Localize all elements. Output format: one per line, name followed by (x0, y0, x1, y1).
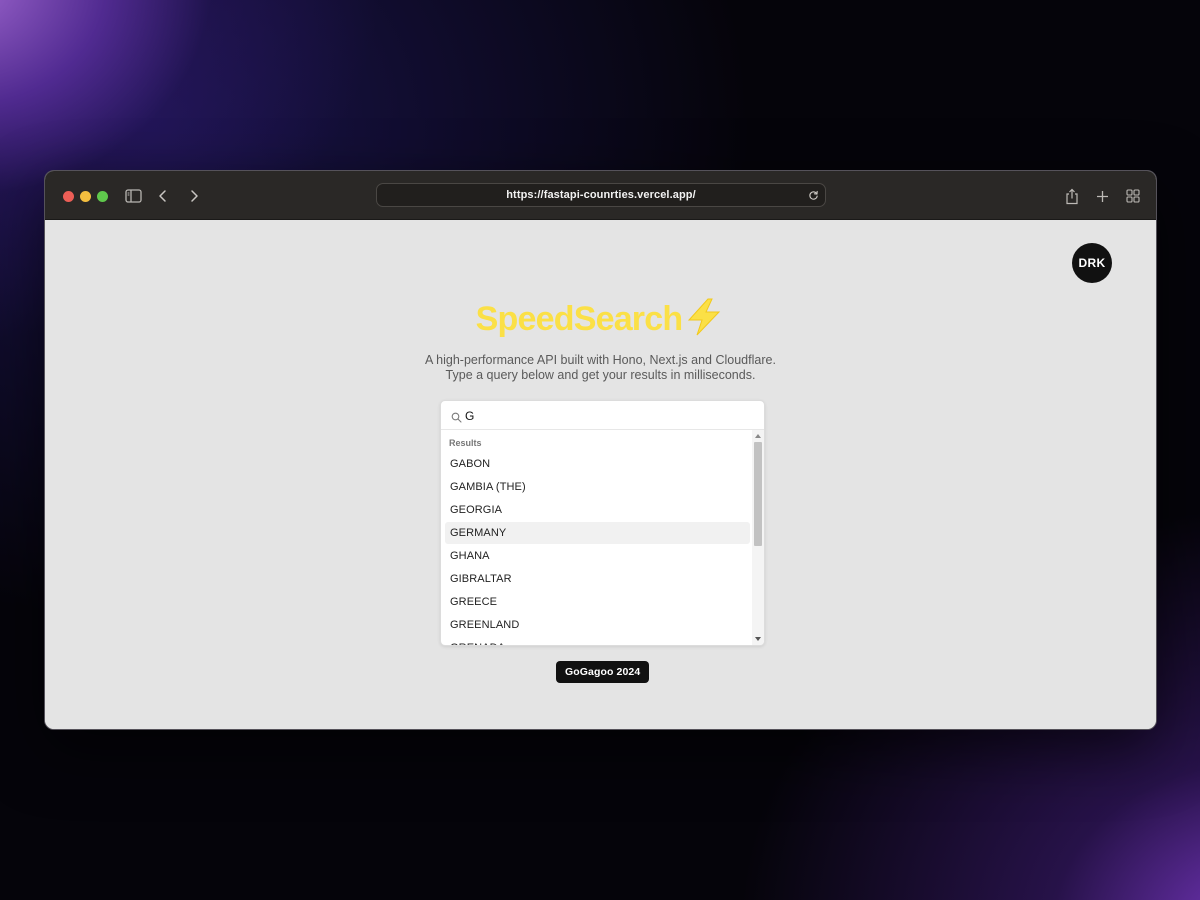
subtitle-line-1: A high-performance API built with Hono, … (425, 353, 776, 367)
result-item[interactable]: GABON (445, 453, 750, 475)
result-item[interactable]: GEORGIA (445, 499, 750, 521)
results-list: Results GABON GAMBIA (THE) GEORGIA GERMA… (441, 430, 752, 645)
close-window-button[interactable] (63, 191, 74, 202)
minimize-window-button[interactable] (80, 191, 91, 202)
results-heading: Results (449, 438, 482, 448)
scrollbar-thumb[interactable] (754, 442, 762, 546)
reload-icon[interactable] (805, 187, 821, 203)
url-text[interactable]: https://fastapi-counrties.vercel.app/ (377, 189, 825, 201)
page-content: DRK SpeedSearch A high-performance API b… (45, 220, 1156, 729)
tabs-grid-icon[interactable] (1122, 185, 1144, 207)
back-chevron-icon[interactable] (152, 185, 174, 207)
plus-icon[interactable] (1091, 185, 1113, 207)
page-subtitle: A high-performance API built with Hono, … (45, 353, 1156, 383)
result-item[interactable]: GAMBIA (THE) (445, 476, 750, 498)
page-title: SpeedSearch (475, 300, 683, 338)
browser-toolbar: https://fastapi-counrties.vercel.app/ (45, 171, 1156, 220)
subtitle-line-2: Type a query below and get your results … (445, 368, 756, 382)
search-row (441, 401, 764, 430)
search-icon (451, 410, 462, 423)
results-scrollbar[interactable] (752, 430, 764, 645)
footer-badge: GoGagoo 2024 (556, 661, 650, 683)
forward-chevron-icon[interactable] (183, 185, 205, 207)
scroll-down-arrow-icon[interactable] (755, 637, 761, 641)
zoom-window-button[interactable] (97, 191, 108, 202)
result-item[interactable]: GREENLAND (445, 614, 750, 636)
browser-window: https://fastapi-counrties.vercel.app/ DR… (44, 170, 1157, 730)
address-bar[interactable]: https://fastapi-counrties.vercel.app/ (376, 183, 826, 207)
result-item-active[interactable]: GERMANY (445, 522, 750, 544)
hero-title: SpeedSearch (45, 297, 1156, 342)
avatar[interactable]: DRK (1072, 243, 1112, 283)
result-item[interactable]: GHANA (445, 545, 750, 567)
share-icon[interactable] (1061, 185, 1083, 207)
sidebar-icon[interactable] (122, 185, 144, 207)
result-item[interactable]: GIBRALTAR (445, 568, 750, 590)
lightning-bolt-icon (683, 297, 725, 342)
result-item[interactable]: GRENADA (445, 637, 750, 645)
search-input[interactable] (465, 407, 745, 424)
result-item[interactable]: GREECE (445, 591, 750, 613)
search-command-panel: Results GABON GAMBIA (THE) GEORGIA GERMA… (440, 400, 765, 646)
scroll-up-arrow-icon[interactable] (755, 434, 761, 438)
